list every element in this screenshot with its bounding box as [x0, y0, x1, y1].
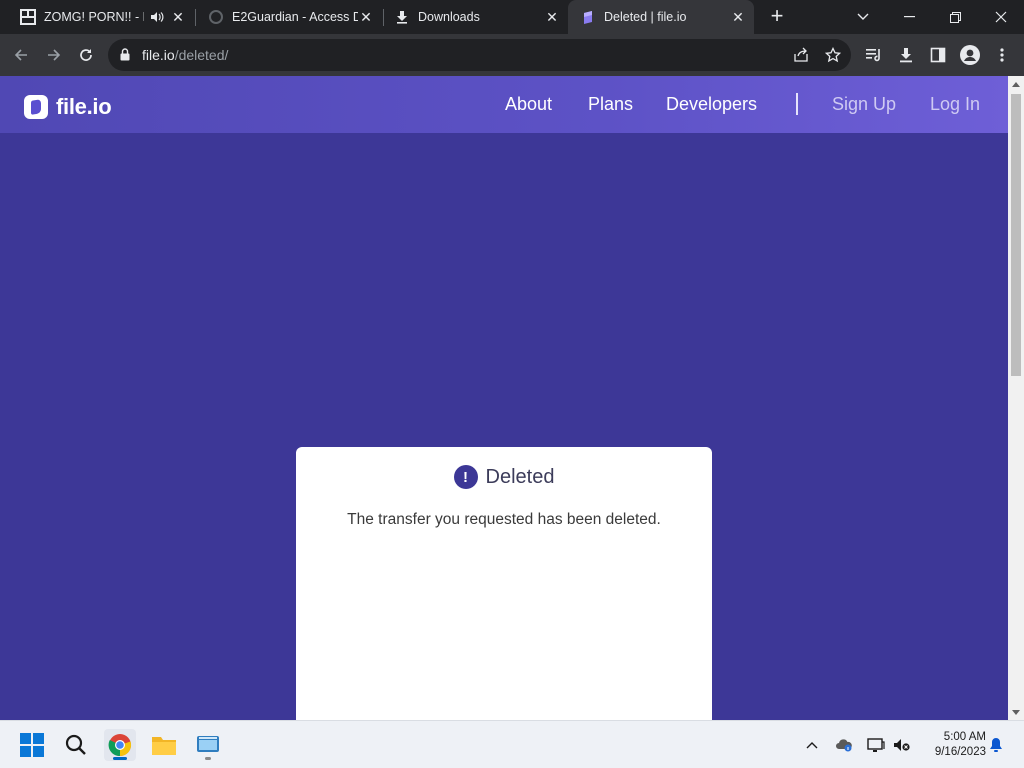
kebab-menu-icon: [1000, 48, 1004, 62]
running-app-indicator: [205, 757, 211, 760]
fileio-favicon-icon: [580, 9, 596, 25]
cloud-info-icon: [836, 739, 852, 752]
site-favicon-bit-icon: [20, 9, 36, 25]
downloads-button[interactable]: [893, 42, 919, 68]
tab-e2guardian[interactable]: E2Guardian - Access De ✕: [196, 0, 382, 34]
profile-button[interactable]: [957, 42, 983, 68]
tab-search-button[interactable]: [840, 0, 886, 34]
back-arrow-icon: [14, 49, 27, 61]
clock-time: 5:00 AM: [943, 731, 986, 743]
start-button[interactable]: [16, 729, 48, 761]
app-window-icon: [197, 736, 219, 752]
scroll-thumb[interactable]: [1011, 94, 1021, 376]
tab-title: E2Guardian - Access De: [232, 10, 358, 24]
back-button[interactable]: [8, 42, 34, 68]
tab-title: Deleted | file.io: [604, 10, 687, 24]
chrome-icon: [108, 734, 132, 757]
volume-muted-icon: [894, 739, 910, 751]
forward-arrow-icon: [48, 49, 61, 61]
card-title: Deleted: [485, 465, 555, 488]
tab-zomg[interactable]: ZOMG! PORN!! - B ✕: [0, 0, 194, 34]
search-icon: [65, 734, 86, 755]
tray-onedrive[interactable]: [834, 735, 854, 755]
tab-strip: ZOMG! PORN!! - B ✕ E2Guardian - Access D…: [0, 0, 1024, 34]
active-app-indicator: [113, 757, 127, 760]
url-text[interactable]: file.io/deleted/: [142, 47, 228, 63]
tray-network[interactable]: [866, 735, 886, 755]
close-tab-icon[interactable]: ✕: [544, 9, 560, 25]
bookmark-star-icon[interactable]: [824, 46, 842, 64]
notifications-button[interactable]: [986, 735, 1006, 755]
show-hidden-icons-button[interactable]: [802, 735, 822, 755]
share-icon[interactable]: [792, 46, 810, 64]
minimize-icon: [903, 16, 915, 18]
close-icon: [995, 11, 1007, 23]
reload-icon: [80, 49, 92, 61]
nav-plans-link[interactable]: Plans: [588, 94, 633, 115]
download-icon: [900, 48, 912, 63]
loading-spinner-icon: [208, 9, 224, 25]
windows-logo-icon: [20, 733, 44, 757]
bell-icon: [990, 738, 1002, 752]
alert-exclamation-icon: !: [453, 465, 478, 489]
chrome-menu-button[interactable]: [989, 42, 1015, 68]
media-queue-icon: [866, 49, 880, 62]
card-heading: ! Deleted: [296, 465, 712, 489]
tray-volume[interactable]: [892, 735, 912, 755]
chevron-up-icon: [806, 742, 818, 749]
nav-login-link[interactable]: Log In: [930, 94, 980, 115]
deleted-card: ! Deleted The transfer you requested has…: [296, 447, 712, 720]
clock-date: 9/16/2023: [934, 746, 986, 758]
restore-button[interactable]: [932, 0, 978, 34]
page-viewport: file.io About Plans Developers Sign Up L…: [0, 76, 1008, 720]
nav-developers-link[interactable]: Developers: [666, 94, 757, 115]
lock-icon[interactable]: [120, 48, 130, 66]
side-panel-icon: [930, 47, 946, 63]
nav-signup-link[interactable]: Sign Up: [832, 94, 896, 115]
new-tab-button[interactable]: +: [765, 5, 789, 29]
nav-divider: [796, 93, 798, 115]
close-tab-icon[interactable]: ✕: [170, 9, 186, 25]
forward-button[interactable]: [41, 42, 67, 68]
site-logo[interactable]: file.io: [24, 94, 112, 120]
close-tab-icon[interactable]: ✕: [730, 9, 746, 25]
chevron-down-icon: [857, 13, 869, 20]
tab-title: ZOMG! PORN!! - B: [44, 10, 144, 24]
folder-icon: [152, 737, 176, 755]
scroll-up-arrow-icon[interactable]: [1008, 76, 1024, 92]
tab-fileio-active[interactable]: Deleted | file.io ✕: [568, 0, 754, 34]
scroll-down-arrow-icon[interactable]: [1008, 704, 1024, 720]
fileio-logo-icon: [24, 95, 48, 119]
restore-icon: [949, 11, 961, 23]
tab-downloads[interactable]: Downloads ✕: [384, 0, 568, 34]
card-message: The transfer you requested has been dele…: [347, 511, 661, 528]
taskbar-clock[interactable]: 5:00 AM 9/16/2023: [918, 730, 986, 760]
network-monitor-icon: [867, 738, 885, 752]
tab-title: Downloads: [418, 10, 480, 24]
side-panel-button[interactable]: [925, 42, 951, 68]
url-host: file.io: [142, 47, 175, 63]
profile-avatar-icon: [960, 45, 980, 65]
site-header: file.io About Plans Developers Sign Up L…: [0, 76, 1008, 133]
taskbar-app-window[interactable]: [192, 729, 224, 761]
taskbar-search-button[interactable]: [60, 729, 92, 761]
address-bar[interactable]: file.io/deleted/: [108, 39, 851, 71]
page-scrollbar[interactable]: [1008, 76, 1024, 720]
download-icon: [394, 9, 410, 25]
windows-taskbar: 5:00 AM 9/16/2023: [0, 720, 1024, 768]
taskbar-file-explorer[interactable]: [148, 729, 180, 761]
taskbar-chrome[interactable]: [104, 729, 136, 761]
reload-button[interactable]: [73, 42, 99, 68]
logo-text: file.io: [56, 94, 112, 119]
minimize-button[interactable]: [886, 0, 932, 34]
audio-playing-icon[interactable]: [150, 10, 164, 24]
close-window-button[interactable]: [978, 0, 1024, 34]
close-tab-icon[interactable]: ✕: [358, 9, 374, 25]
media-control-button[interactable]: [861, 42, 887, 68]
url-path: /deleted/: [174, 47, 229, 63]
nav-about-link[interactable]: About: [505, 94, 552, 115]
